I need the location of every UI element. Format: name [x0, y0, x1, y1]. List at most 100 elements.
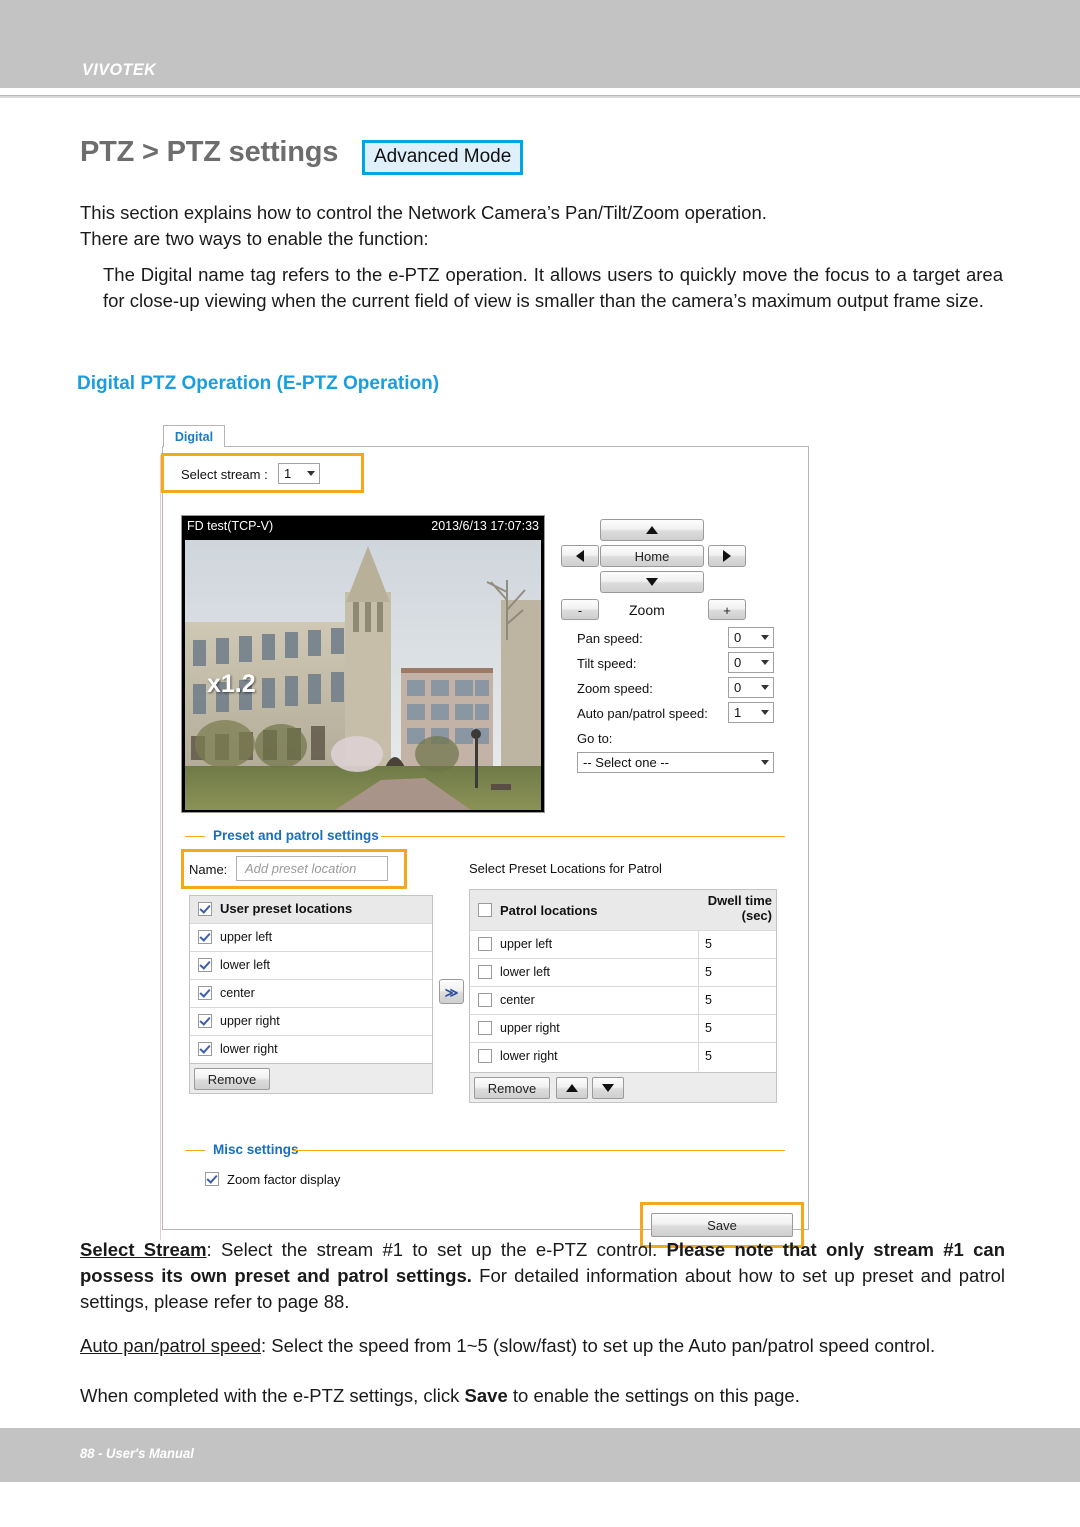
preset-section-legend: Preset and patrol settings [207, 828, 385, 843]
note-save: When completed with the e-PTZ settings, … [80, 1383, 1020, 1409]
table-row[interactable]: upper left [190, 924, 432, 952]
advanced-mode-badge: Advanced Mode [362, 140, 524, 175]
table-row[interactable]: center [190, 980, 432, 1008]
dwell-time-cell[interactable]: 5 [698, 931, 776, 958]
zoom-label: Zoom [629, 602, 665, 618]
arrow-up-icon [566, 1084, 578, 1092]
table-row[interactable]: lower left 5 [470, 959, 776, 987]
auto-pan-speed-dropdown[interactable]: 1 [728, 702, 774, 723]
tilt-speed-value: 0 [734, 655, 742, 670]
chevron-down-icon [761, 760, 769, 765]
ptz-right-button[interactable] [708, 545, 746, 567]
goto-value: -- Select one -- [583, 755, 669, 770]
patrol-header-label: Patrol locations [500, 903, 598, 918]
checkbox-patrol-upper-left[interactable] [478, 937, 492, 951]
arrow-down-icon [646, 578, 658, 586]
patrol-caption: Select Preset Locations for Patrol [469, 861, 662, 876]
dwell-time-cell[interactable]: 5 [698, 959, 776, 986]
checkbox-preset-lower-left[interactable] [198, 958, 212, 972]
note-select-stream-label: Select Stream [80, 1239, 207, 1260]
pan-speed-dropdown[interactable]: 0 [728, 627, 774, 648]
checkbox-select-all-presets[interactable] [198, 902, 212, 916]
page-header: VIVOTEK [0, 0, 1080, 88]
patrol-label: upper left [500, 937, 553, 951]
checkbox-patrol-lower-right[interactable] [478, 1049, 492, 1063]
checkbox-patrol-upper-right[interactable] [478, 1021, 492, 1035]
note-save-bold: Save [464, 1385, 508, 1406]
note-auto-speed: Auto pan/patrol speed: Select the speed … [80, 1333, 1020, 1359]
video-frame: x1.2 [185, 540, 541, 810]
remove-patrol-button[interactable]: Remove [474, 1077, 550, 1099]
patrol-label: center [500, 993, 535, 1007]
table-row[interactable]: lower right [190, 1036, 432, 1064]
dwell-time-header: Dwell time (sec) [698, 893, 772, 923]
table-row[interactable]: upper right [190, 1008, 432, 1036]
move-up-button[interactable] [556, 1077, 588, 1099]
arrow-right-icon [723, 550, 731, 562]
preset-label: center [220, 986, 255, 1000]
intro-line-2: There are two ways to enable the functio… [80, 228, 429, 249]
note-select-stream-a: : Select the stream #1 to set up the e-P… [206, 1239, 667, 1260]
checkbox-zoom-factor-display[interactable] [205, 1172, 219, 1186]
video-osd-bar: FD test(TCP-V) 2013/6/13 17:07:33 [182, 516, 544, 537]
header-divider [0, 95, 1080, 98]
tilt-speed-dropdown[interactable]: 0 [728, 652, 774, 673]
checkbox-patrol-lower-left[interactable] [478, 965, 492, 979]
misc-rule-left [185, 1150, 205, 1151]
checkbox-preset-lower-right[interactable] [198, 1042, 212, 1056]
user-preset-locations-table: User preset locations upper left lower l… [189, 895, 433, 1064]
user-preset-header-label: User preset locations [220, 901, 353, 916]
highlight-select-stream [161, 453, 364, 493]
checkbox-patrol-center[interactable] [478, 993, 492, 1007]
dwell-time-value: 5 [705, 965, 712, 979]
goto-label: Go to: [577, 731, 613, 746]
manual-page: VIVOTEK PTZ > PTZ settings Advanced Mode… [0, 0, 1080, 1527]
table-row-header[interactable]: Patrol locations Dwell time (sec) [470, 890, 776, 931]
margin-accent-line [160, 455, 161, 1240]
ptz-home-button[interactable]: Home [600, 545, 704, 567]
vivotek-logo: VIVOTEK [82, 60, 157, 79]
transfer-to-patrol-button[interactable]: ≫ [439, 979, 464, 1004]
zoom-speed-value: 0 [734, 680, 742, 695]
note-auto-speed-label: Auto pan/patrol speed [80, 1335, 262, 1356]
dwell-time-value: 5 [705, 1049, 712, 1063]
patrol-locations-table: Patrol locations Dwell time (sec) upper … [469, 889, 777, 1073]
dwell-time-cell[interactable]: 5 [698, 1043, 776, 1071]
patrol-label: lower right [500, 1049, 558, 1063]
zoom-factor-display-label: Zoom factor display [227, 1172, 341, 1187]
dwell-time-cell[interactable]: 5 [698, 1015, 776, 1042]
dwell-time-cell[interactable]: 5 [698, 987, 776, 1014]
zoom-speed-label: Zoom speed: [577, 681, 653, 696]
note-save-b: to enable the settings on this page. [507, 1385, 800, 1406]
ptz-left-button[interactable] [561, 545, 599, 567]
live-video-preview[interactable]: FD test(TCP-V) 2013/6/13 17:07:33 x1.2 [181, 515, 545, 813]
checkbox-select-all-patrol[interactable] [478, 903, 492, 917]
remove-preset-button[interactable]: Remove [194, 1068, 270, 1090]
legend-rule-left [185, 836, 205, 837]
intro-line-1: This section explains how to control the… [80, 202, 767, 223]
checkbox-preset-center[interactable] [198, 986, 212, 1000]
note-auto-speed-text: : Select the speed from 1~5 (slow/fast) … [261, 1335, 936, 1356]
checkbox-preset-upper-left[interactable] [198, 930, 212, 944]
intro-bullet: The Digital name tag refers to the e-PTZ… [103, 264, 1003, 311]
table-row[interactable]: center 5 [470, 987, 776, 1015]
goto-dropdown[interactable]: -- Select one -- [577, 752, 774, 773]
table-row[interactable]: upper right 5 [470, 1015, 776, 1043]
highlight-preset-name [181, 849, 407, 889]
pan-speed-value: 0 [734, 630, 742, 645]
table-row[interactable]: upper left 5 [470, 931, 776, 959]
table-row[interactable]: lower left [190, 952, 432, 980]
table-row-header[interactable]: User preset locations [190, 896, 432, 924]
ptz-down-button[interactable] [600, 571, 704, 593]
dwell-time-value: 5 [705, 937, 712, 951]
zoom-in-button[interactable]: + [708, 599, 746, 620]
checkbox-preset-upper-right[interactable] [198, 1014, 212, 1028]
zoom-out-button[interactable]: - [561, 599, 599, 620]
auto-pan-speed-value: 1 [734, 705, 742, 720]
tilt-speed-label: Tilt speed: [577, 656, 637, 671]
tab-digital[interactable]: Digital [163, 425, 225, 448]
table-row[interactable]: lower right 5 [470, 1043, 776, 1071]
zoom-speed-dropdown[interactable]: 0 [728, 677, 774, 698]
move-down-button[interactable] [592, 1077, 624, 1099]
ptz-up-button[interactable] [600, 519, 704, 541]
